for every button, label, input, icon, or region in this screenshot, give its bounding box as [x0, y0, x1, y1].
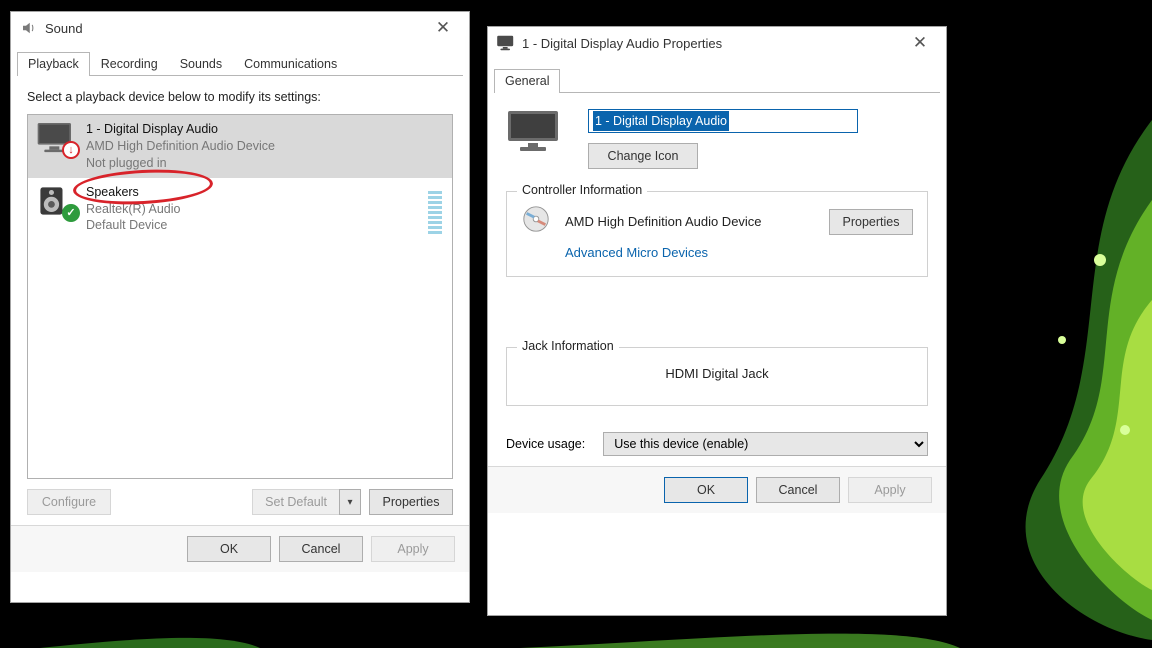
jack-legend: Jack Information [517, 339, 619, 353]
monitor-icon [496, 33, 516, 53]
device-usage-select[interactable]: Use this device (enable) [603, 432, 928, 456]
tab-general[interactable]: General [494, 69, 560, 93]
properties-button[interactable]: Properties [369, 489, 453, 515]
cd-icon [521, 204, 551, 239]
sound-icon [19, 18, 39, 38]
sound-window: Sound ✕ Playback Recording Sounds Commun… [10, 11, 470, 603]
device-row-hdmi[interactable]: ↓ 1 - Digital Display Audio AMD High Def… [28, 115, 452, 178]
tab-communications[interactable]: Communications [233, 52, 348, 76]
vendor-link[interactable]: Advanced Micro Devices [565, 245, 708, 260]
level-meter [428, 186, 442, 234]
playback-instruction: Select a playback device below to modify… [27, 90, 453, 104]
configure-button[interactable]: Configure [27, 489, 111, 515]
sound-footer: OK Cancel Apply [11, 525, 469, 572]
tab-recording[interactable]: Recording [90, 52, 169, 76]
device-name: 1 - Digital Display Audio [86, 121, 275, 138]
monitor-icon: ↓ [36, 121, 76, 155]
device-driver: AMD High Definition Audio Device [86, 138, 275, 155]
apply-button[interactable]: Apply [371, 536, 455, 562]
device-name-input[interactable]: 1 - Digital Display Audio [588, 109, 858, 133]
device-name: Speakers [86, 184, 181, 201]
close-icon[interactable]: ✕ [900, 29, 940, 57]
props-footer: OK Cancel Apply [488, 466, 946, 513]
chevron-down-icon[interactable]: ▾ [339, 489, 361, 515]
tab-sounds[interactable]: Sounds [169, 52, 233, 76]
cancel-button[interactable]: Cancel [279, 536, 363, 562]
device-list[interactable]: ↓ 1 - Digital Display Audio AMD High Def… [27, 114, 453, 479]
device-large-icon [506, 109, 562, 151]
controller-properties-button[interactable]: Properties [829, 209, 913, 235]
device-name-value: 1 - Digital Display Audio [593, 111, 729, 131]
apply-button[interactable]: Apply [848, 477, 932, 503]
device-usage-label: Device usage: [506, 437, 585, 451]
jack-info-group: Jack Information HDMI Digital Jack [506, 347, 928, 406]
unplugged-badge-icon: ↓ [62, 141, 80, 159]
device-status: Default Device [86, 217, 181, 234]
sound-tabs: Playback Recording Sounds Communications [17, 48, 463, 76]
controller-name: AMD High Definition Audio Device [565, 214, 815, 229]
set-default-split[interactable]: Set Default ▾ [252, 489, 361, 515]
default-badge-icon: ✓ [62, 204, 80, 222]
sound-title: Sound [45, 21, 83, 36]
controller-legend: Controller Information [517, 183, 647, 197]
speaker-icon: ✓ [36, 184, 76, 218]
jack-value: HDMI Digital Jack [521, 360, 913, 391]
device-driver: Realtek(R) Audio [86, 201, 181, 218]
props-titlebar[interactable]: 1 - Digital Display Audio Properties ✕ [488, 27, 946, 59]
sound-titlebar[interactable]: Sound ✕ [11, 12, 469, 44]
tab-playback[interactable]: Playback [17, 52, 90, 76]
change-icon-button[interactable]: Change Icon [588, 143, 698, 169]
cancel-button[interactable]: Cancel [756, 477, 840, 503]
ok-button[interactable]: OK [187, 536, 271, 562]
device-status: Not plugged in [86, 155, 275, 172]
properties-window: 1 - Digital Display Audio Properties ✕ G… [487, 26, 947, 616]
ok-button[interactable]: OK [664, 477, 748, 503]
controller-info-group: Controller Information AMD High Definiti… [506, 191, 928, 277]
props-title: 1 - Digital Display Audio Properties [522, 36, 722, 51]
close-icon[interactable]: ✕ [423, 14, 463, 42]
props-tabs: General [494, 65, 940, 93]
device-row-speakers[interactable]: ✓ Speakers Realtek(R) Audio Default Devi… [28, 178, 452, 241]
set-default-button[interactable]: Set Default [252, 489, 339, 515]
